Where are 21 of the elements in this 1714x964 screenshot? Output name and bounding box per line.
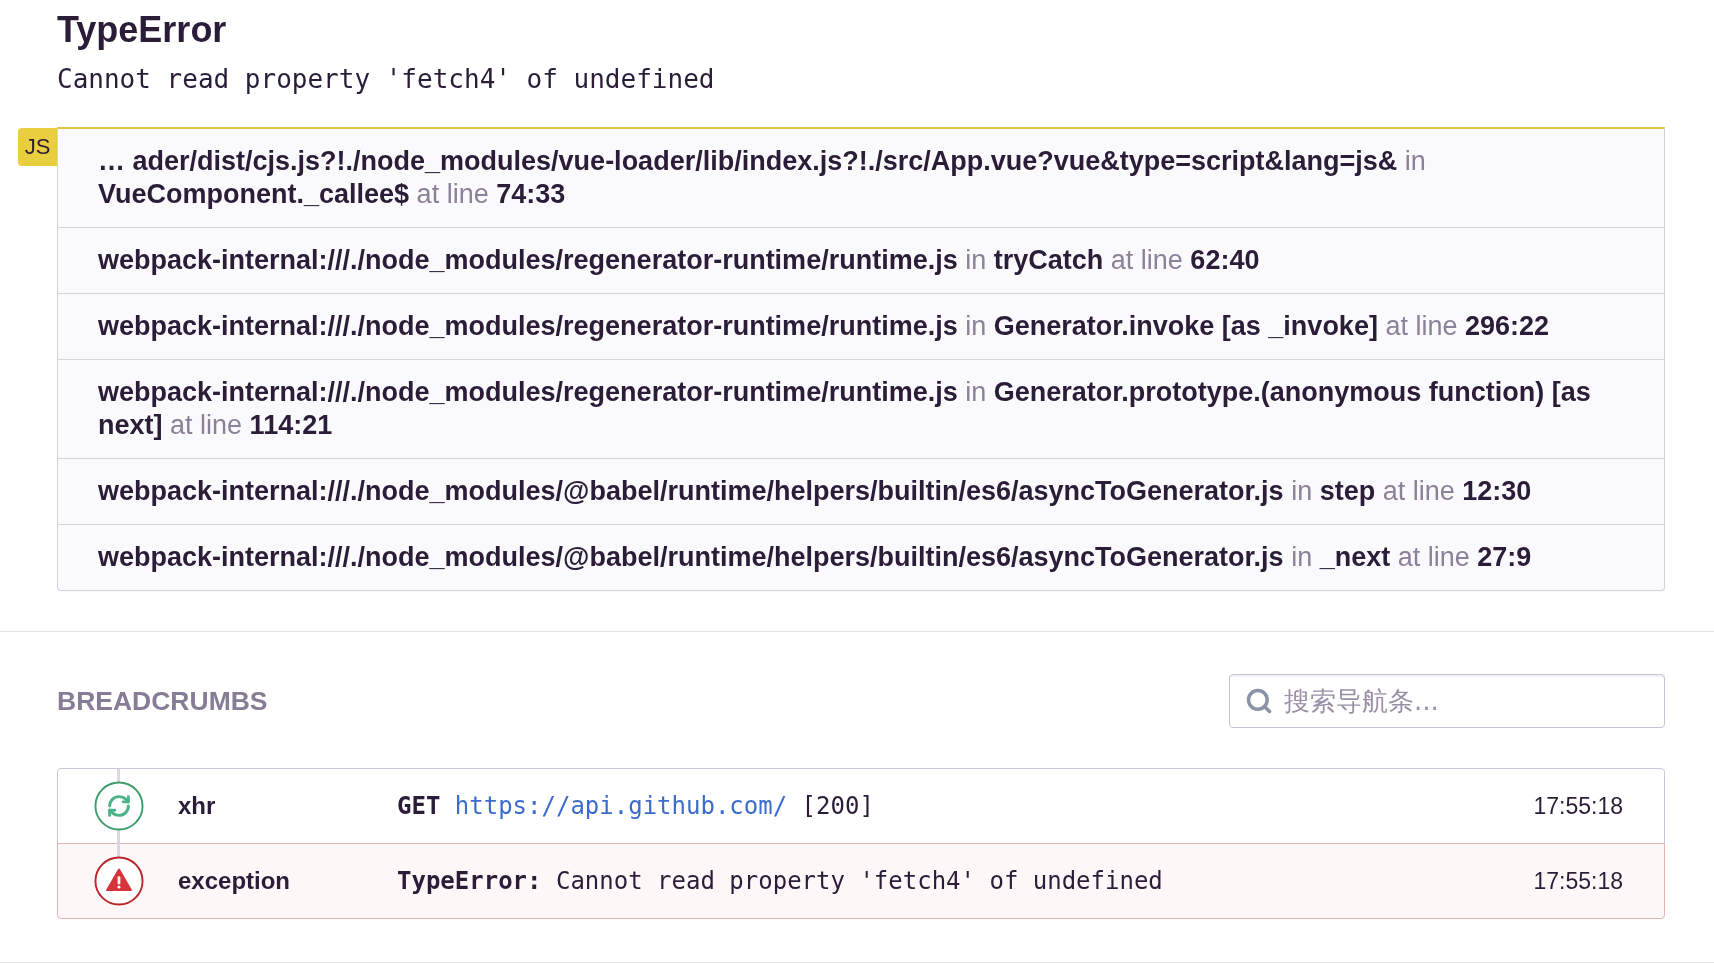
platform-badge: JS [18,128,57,166]
breadcrumb-message: TypeError: Cannot read property 'fetch4' of undefined [397,867,1163,895]
breadcrumb-time: 17:55:18 [1533,792,1623,820]
url-link[interactable]: https://api.github.com/ [454,792,788,820]
search-field[interactable]: 搜索导航条... [1229,674,1665,728]
breadcrumb-message: GET https://api.github.com/ [200] [397,792,874,820]
breadcrumb-time: 17:55:18 [1533,867,1623,895]
stack-frame: webpack-internal:///./node_modules/regenerator-runtime/runtime.js in tryCatch at line 62:40 [98,244,1260,277]
breadcrumbs-heading: BREADCRUMBS [57,686,268,716]
stack-frame: … ader/dist/cjs.js?!./node_modules/vue-loader/lib/index.js?!./src/App.vue?vue&type=script&lang=js& in VueComponent._callee$ at line 74:33 [98,145,1624,211]
search-icon [1245,687,1273,715]
error-title: TypeError [57,10,227,50]
stack-frame: webpack-internal:///./node_modules/@babel/runtime/helpers/builtin/es6/asyncToGenerator.js in step at line 12:30 [98,475,1532,508]
stack-frame: webpack-internal:///./node_modules/regenerator-runtime/runtime.js in Generator.prototype.(anonymous function) [as next] at line 114:21 [98,376,1624,442]
breadcrumb-type: exception [178,867,291,895]
warning-icon [94,856,144,906]
breadcrumb-type: xhr [178,792,216,820]
stack-frame: webpack-internal:///./node_modules/@babel/runtime/helpers/builtin/es6/asyncToGenerator.js in _next at line 27:9 [98,541,1532,574]
stack-frame: webpack-internal:///./node_modules/regenerator-runtime/runtime.js in Generator.invoke [as _invoke] at line 296:22 [98,310,1550,343]
error-message: Cannot read property 'fetch4' of undefined [57,63,715,96]
refresh-icon [94,781,144,831]
